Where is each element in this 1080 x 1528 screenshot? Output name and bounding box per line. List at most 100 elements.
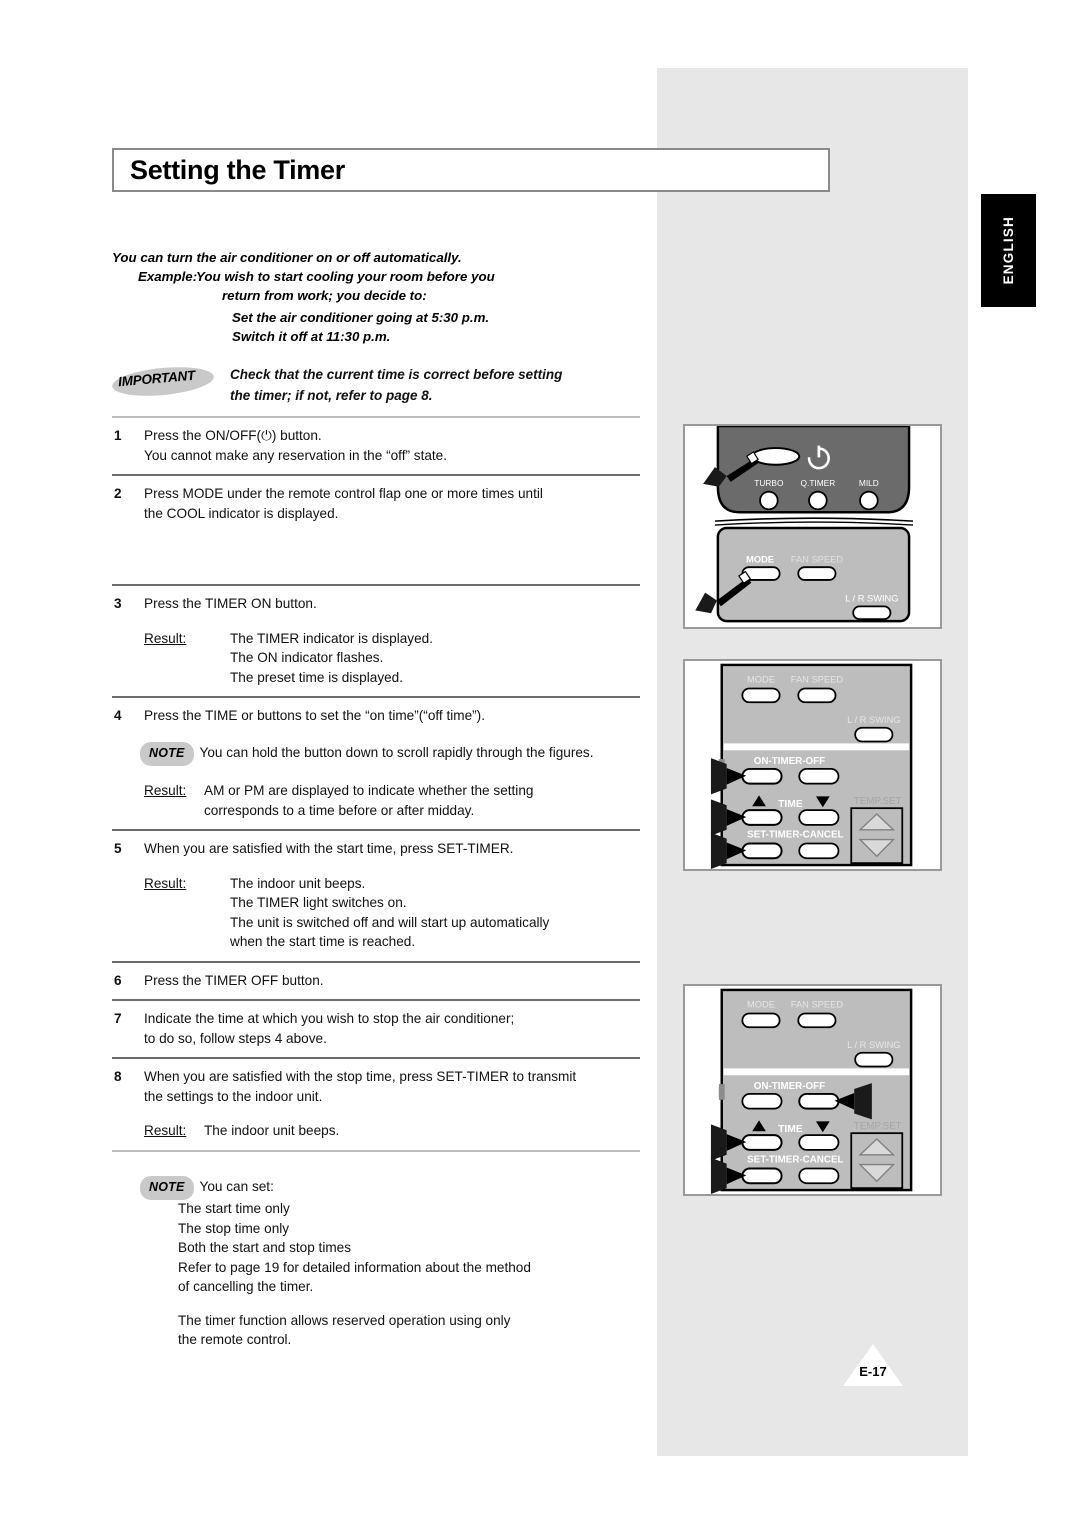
remote-diagram-middle: MODE FAN SPEED L / R SWING ON-TIMER-OFF … [683, 659, 942, 871]
step-number: 3 [114, 596, 122, 611]
timer-off-button[interactable] [798, 1092, 840, 1110]
mode-button[interactable] [741, 687, 781, 704]
final-note-line: Both the start and stop times [178, 1240, 352, 1255]
set-timer-button[interactable] [741, 1167, 783, 1185]
result-block: Result: The indoor unit beeps. [144, 1121, 640, 1141]
note-badge: NOTE [140, 741, 194, 766]
step-line: When you are satisfied with the start ti… [144, 841, 514, 856]
result-lines: The indoor unit beeps. The TIMER light s… [230, 874, 640, 952]
step-line: the COOL indicator is displayed. [144, 505, 339, 521]
label-mode: MODE [747, 1000, 775, 1010]
remote-seam-line [714, 521, 914, 526]
remote-diagram-top: TURBO Q.TIMER MILD MODE FAN SPEED L / R … [683, 424, 942, 629]
label-q-timer: Q.TIMER [801, 478, 836, 488]
timer-on-button[interactable] [741, 1093, 783, 1110]
final-note-line: The stop time only [178, 1220, 290, 1236]
label-turbo: TURBO [754, 478, 784, 488]
final-note-line: The start time only [178, 1201, 290, 1216]
result-label: Result: [144, 875, 187, 891]
page-number-badge: E-17 [843, 1344, 903, 1386]
lr-swing-button[interactable] [854, 726, 894, 743]
cancel-button[interactable] [798, 1167, 840, 1185]
step-line: When you are satisfied with the stop tim… [144, 1069, 577, 1084]
time-up-button[interactable] [741, 1134, 783, 1151]
time-down-button[interactable] [798, 809, 840, 826]
label-lr-swing: L / R SWING [847, 715, 900, 725]
remote-diagram-bottom: MODE FAN SPEED L / R SWING ON-TIMER-OFF … [683, 984, 942, 1196]
label-fan-speed: FAN SPEED [791, 675, 844, 685]
final-note-line: Refer to page 19 for detailed informatio… [178, 1259, 531, 1275]
step-line: the settings to the indoor unit. [144, 1088, 323, 1104]
step-body: Press MODE under the remote control flap… [144, 484, 640, 523]
final-note-row: NOTE You can set: [140, 1175, 640, 1200]
step-line: Press the TIMER ON button. [144, 596, 317, 611]
remote-seam-line [714, 517, 914, 522]
page-title-box: Setting the Timer [112, 148, 830, 192]
step-number: 7 [114, 1011, 122, 1026]
label-fan-speed: FAN SPEED [791, 1000, 844, 1010]
lr-swing-button[interactable] [852, 605, 892, 621]
page-number-label: E-17 [859, 1364, 887, 1379]
q-timer-button[interactable] [808, 490, 828, 511]
important-line-1: Check that the current time is correct b… [230, 367, 563, 382]
step-body: When you are satisfied with the stop tim… [144, 1067, 640, 1106]
final-note-line: of cancelling the timer. [178, 1279, 314, 1294]
section-divider [723, 743, 910, 751]
step-body: Press the ON/OFF(⏻) button. You cannot m… [144, 426, 640, 465]
side-notch [718, 1084, 725, 1100]
intro-block: You can turn the air conditioner on or o… [112, 248, 652, 346]
step-item: 8 When you are satisfied with the stop t… [112, 1059, 640, 1150]
result-line: The TIMER indicator is displayed. [230, 630, 433, 646]
example-label: Example: [138, 269, 198, 284]
result-line: The TIMER light switches on. [230, 895, 407, 910]
important-text: Check that the current time is correct b… [230, 364, 660, 406]
fan-speed-button[interactable] [797, 566, 837, 581]
step-number: 5 [114, 841, 122, 856]
fan-speed-button[interactable] [797, 1012, 837, 1029]
final-note-lines: The start time only The stop time only B… [172, 1199, 640, 1350]
step-item: 2 Press MODE under the remote control fl… [112, 476, 640, 584]
on-off-button[interactable] [751, 447, 801, 466]
intro-example-line-4: Switch it off at 11:30 p.m. [232, 329, 391, 344]
note-badge: NOTE [140, 1175, 194, 1200]
result-line: The unit is switched off and will start … [230, 914, 550, 930]
time-down-button[interactable] [798, 1134, 840, 1151]
final-note-closing-line: the remote control. [178, 1332, 292, 1347]
fan-speed-button[interactable] [797, 687, 837, 704]
step-number: 4 [114, 708, 122, 723]
turbo-button[interactable] [759, 490, 779, 511]
step-item: 3 Press the TIMER ON button. Result: The… [112, 586, 640, 696]
label-temp-set: TEMP.SET [854, 796, 902, 807]
step-body: Press the TIME or buttons to set the “on… [144, 706, 640, 726]
intro-line-1: You can turn the air conditioner on or o… [112, 250, 462, 265]
label-on-timer-off: ON-TIMER-OFF [754, 1081, 825, 1092]
result-label: Result: [144, 1123, 187, 1138]
note-callout: NOTE You can hold the button down to scro… [140, 741, 640, 766]
timer-on-button[interactable] [741, 767, 783, 785]
cancel-button[interactable] [798, 842, 840, 860]
intro-example-line-3: Set the air conditioner going at 5:30 p.… [232, 310, 490, 325]
step-number: 6 [114, 972, 122, 988]
step-line: to do so, follow steps 4 above. [144, 1030, 327, 1046]
result-label: Result: [144, 630, 187, 646]
result-block: Result: The TIMER indicator is displayed… [144, 629, 640, 688]
step-number: 1 [114, 428, 122, 443]
label-lr-swing: L / R SWING [847, 1040, 900, 1050]
result-line: corresponds to a time before or after mi… [204, 802, 475, 818]
mild-button[interactable] [859, 490, 879, 511]
label-mode: MODE [746, 554, 774, 564]
result-block: Result: The indoor unit beeps. The TIMER… [144, 874, 640, 952]
mode-button[interactable] [741, 1012, 781, 1029]
result-line: The preset time is displayed. [230, 669, 404, 685]
result-label: Result: [144, 783, 187, 798]
timer-off-button[interactable] [798, 768, 840, 785]
final-note-closing-line: The timer function allows reserved opera… [178, 1312, 511, 1328]
step-item: 1 Press the ON/OFF(⏻) button. You cannot… [112, 418, 640, 474]
step-body: Press the TIMER ON button. [144, 594, 640, 614]
set-timer-button[interactable] [741, 842, 783, 860]
intro-example-line-1: Example:You wish to start cooling your r… [138, 267, 652, 286]
time-up-button[interactable] [741, 809, 783, 826]
label-temp-set: TEMP.SET [854, 1121, 902, 1132]
result-line: The ON indicator flashes. [230, 650, 384, 665]
lr-swing-button[interactable] [854, 1051, 894, 1068]
